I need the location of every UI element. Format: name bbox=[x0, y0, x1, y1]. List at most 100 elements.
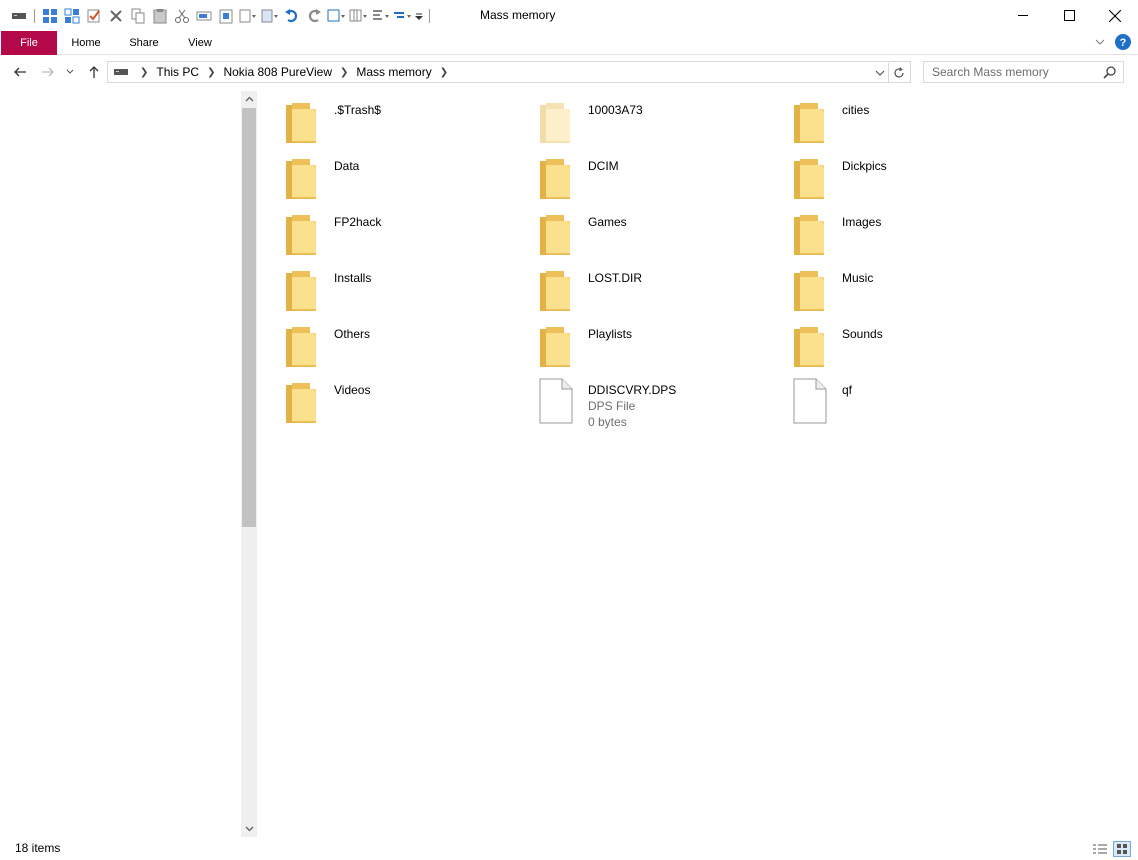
undo-icon[interactable] bbox=[281, 6, 303, 26]
item-text: Games bbox=[586, 209, 627, 230]
folder-item[interactable]: Data bbox=[284, 153, 524, 203]
folder-item[interactable]: Music bbox=[792, 265, 1032, 315]
minimize-button[interactable] bbox=[1000, 0, 1046, 31]
item-name: Data bbox=[334, 159, 360, 173]
address-history-button[interactable] bbox=[872, 65, 888, 81]
item-text: LOST.DIR bbox=[586, 265, 642, 286]
tab-file[interactable]: File bbox=[1, 31, 57, 55]
arrow-right-icon bbox=[42, 67, 54, 77]
item-type: DPS File bbox=[588, 399, 636, 413]
rename-icon[interactable] bbox=[193, 6, 215, 26]
scroll-down-button[interactable] bbox=[241, 821, 257, 837]
svg-text:?: ? bbox=[1120, 37, 1127, 49]
folder-item[interactable]: Sounds bbox=[792, 321, 1032, 371]
chevron-down-icon[interactable] bbox=[1094, 36, 1106, 51]
chevron-right-icon[interactable]: ❯ bbox=[440, 67, 448, 78]
help-icon[interactable]: ? bbox=[1114, 33, 1132, 54]
forward-button[interactable] bbox=[38, 62, 58, 82]
item-name: FP2hack bbox=[334, 215, 382, 229]
folder-item[interactable]: Images bbox=[792, 209, 1032, 259]
chevron-up-icon bbox=[245, 96, 253, 102]
item-name: Others bbox=[334, 327, 371, 341]
delete-icon[interactable] bbox=[105, 6, 127, 26]
item-text: Dickpics bbox=[840, 153, 887, 174]
breadcrumb-device[interactable]: Nokia 808 PureView bbox=[223, 65, 332, 79]
chevron-right-icon[interactable]: ❯ bbox=[140, 67, 148, 78]
folder-item[interactable]: Games bbox=[538, 209, 778, 259]
item-text: DDISCVRY.DPS DPS File 0 bytes bbox=[586, 377, 676, 430]
scroll-thumb[interactable] bbox=[242, 108, 256, 527]
folder-item[interactable]: Playlists bbox=[538, 321, 778, 371]
copy-icon[interactable] bbox=[127, 6, 149, 26]
details-view-button[interactable] bbox=[1091, 841, 1109, 857]
search-input[interactable] bbox=[924, 62, 1094, 82]
folder-item[interactable]: Installs bbox=[284, 265, 524, 315]
file-icon bbox=[792, 377, 840, 425]
item-name: Installs bbox=[334, 271, 372, 285]
folder-item[interactable]: cities bbox=[792, 97, 1032, 147]
folder-icon bbox=[538, 209, 586, 257]
item-name: DCIM bbox=[588, 159, 619, 173]
item-name: DDISCVRY.DPS bbox=[588, 383, 677, 397]
maximize-button[interactable] bbox=[1046, 0, 1092, 31]
drive-icon bbox=[114, 65, 128, 79]
file-item[interactable]: qf bbox=[792, 377, 1032, 427]
paste-icon[interactable] bbox=[149, 6, 171, 26]
item-text: Sounds bbox=[840, 321, 883, 342]
file-item[interactable]: DDISCVRY.DPS DPS File 0 bytes bbox=[538, 377, 778, 430]
maximize-icon bbox=[1063, 10, 1075, 21]
quick-access-toolbar bbox=[8, 6, 434, 26]
chevron-right-icon[interactable]: ❯ bbox=[340, 67, 348, 78]
address-bar[interactable]: ❯ This PC ❯ Nokia 808 PureView ❯ Mass me… bbox=[107, 61, 911, 83]
folder-item[interactable]: Others bbox=[284, 321, 524, 371]
large-icons-view-icon bbox=[1117, 844, 1127, 854]
folder-item[interactable]: .$Trash$ bbox=[284, 97, 524, 147]
search-icon[interactable] bbox=[1103, 65, 1117, 82]
tab-home[interactable]: Home bbox=[60, 31, 112, 55]
redo-icon[interactable] bbox=[303, 6, 325, 26]
folder-item[interactable]: LOST.DIR bbox=[538, 265, 778, 315]
customize-toolbar-icon[interactable] bbox=[413, 6, 425, 26]
layout-icon[interactable] bbox=[347, 6, 369, 26]
folder-item[interactable]: Videos bbox=[284, 377, 524, 427]
scroll-up-button[interactable] bbox=[241, 91, 257, 107]
refresh-icon bbox=[893, 67, 904, 78]
breadcrumb: ❯ This PC ❯ Nokia 808 PureView ❯ Mass me… bbox=[114, 65, 456, 79]
paste-shortcut-icon[interactable] bbox=[215, 6, 237, 26]
sort-icon[interactable] bbox=[369, 6, 391, 26]
cut-icon[interactable] bbox=[171, 6, 193, 26]
properties-icon[interactable] bbox=[39, 6, 61, 26]
group-by-icon[interactable] bbox=[391, 6, 413, 26]
up-button[interactable] bbox=[84, 62, 104, 82]
select-none-icon[interactable] bbox=[325, 6, 347, 26]
item-text: qf bbox=[840, 377, 852, 398]
recent-locations-button[interactable] bbox=[63, 62, 77, 82]
breadcrumb-this-pc[interactable]: This PC bbox=[156, 65, 199, 79]
folder-item[interactable]: 10003A73 bbox=[538, 97, 778, 147]
folder-item[interactable]: DCIM bbox=[538, 153, 778, 203]
tab-view[interactable]: View bbox=[176, 31, 224, 55]
item-name: cities bbox=[842, 103, 870, 117]
copy-to-icon[interactable] bbox=[237, 6, 259, 26]
folder-item[interactable]: FP2hack bbox=[284, 209, 524, 259]
vertical-scrollbar[interactable] bbox=[241, 91, 257, 837]
close-button[interactable] bbox=[1092, 0, 1138, 31]
select-all-icon[interactable] bbox=[61, 6, 83, 26]
checklist-icon[interactable] bbox=[83, 6, 105, 26]
item-text: Videos bbox=[332, 377, 370, 398]
tab-share[interactable]: Share bbox=[118, 31, 170, 55]
item-name: Videos bbox=[334, 383, 371, 397]
move-to-icon[interactable] bbox=[259, 6, 281, 26]
folder-item[interactable]: Dickpics bbox=[792, 153, 1032, 203]
refresh-button[interactable] bbox=[888, 63, 908, 83]
item-text: Music bbox=[840, 265, 873, 286]
item-name: LOST.DIR bbox=[588, 271, 643, 285]
back-button[interactable] bbox=[10, 62, 30, 82]
large-icons-view-button[interactable] bbox=[1113, 841, 1131, 857]
breadcrumb-folder[interactable]: Mass memory bbox=[356, 65, 431, 79]
chevron-right-icon[interactable]: ❯ bbox=[207, 67, 215, 78]
toolbar-separator bbox=[34, 9, 35, 23]
minimize-icon bbox=[1017, 15, 1028, 16]
file-icon bbox=[538, 377, 586, 425]
item-name: Dickpics bbox=[842, 159, 887, 173]
